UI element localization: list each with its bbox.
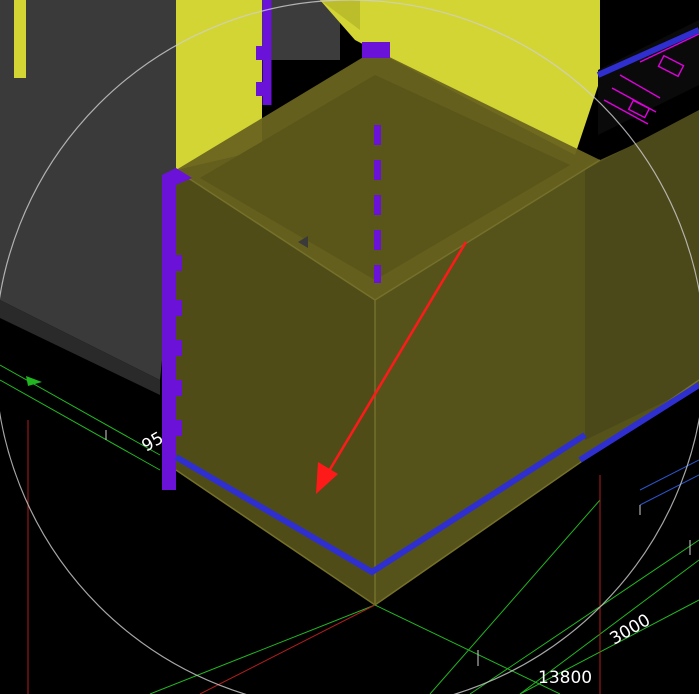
dimension-label-13800: 13800 (538, 668, 592, 688)
yellow-small-post (14, 0, 26, 78)
cad-3d-viewport[interactable]: 95 3000 13800 (0, 0, 699, 694)
purple-corner-cap (362, 42, 390, 58)
